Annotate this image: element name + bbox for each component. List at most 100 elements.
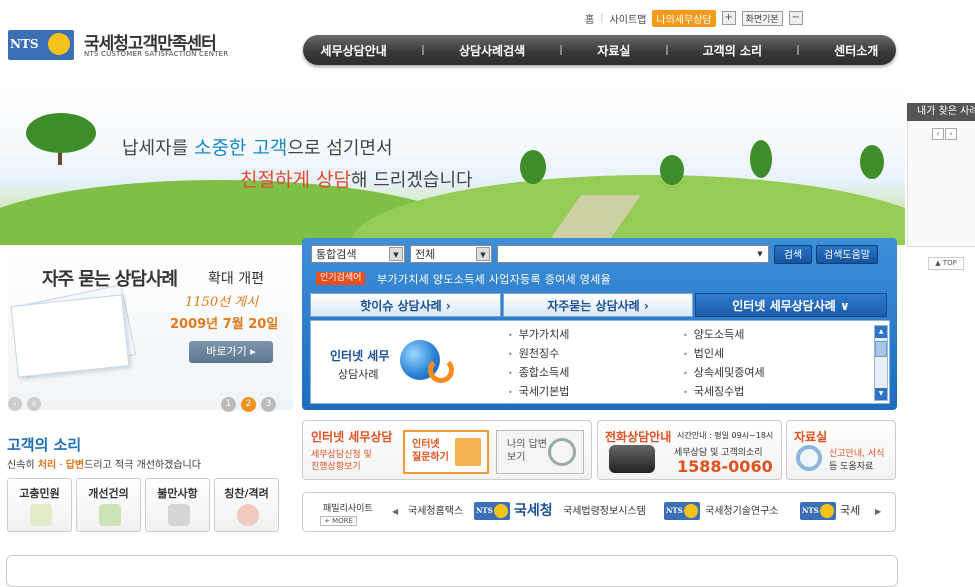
banner-prev-button[interactable]: ‹ [8, 397, 22, 411]
desc-highlight: 답변 [65, 460, 85, 471]
divider [665, 45, 668, 55]
category-link[interactable]: 법인세 [683, 345, 724, 361]
tab-faq-cases[interactable]: 자주묻는 상담사례 › [503, 293, 693, 317]
banner-page-3[interactable]: 3 [261, 397, 276, 412]
phone-consult-title[interactable]: 전화상담안내 [605, 428, 671, 445]
sitemap-link[interactable]: 사이트맵 [610, 11, 647, 26]
recent-prev-button[interactable]: ‹ [932, 128, 944, 140]
category-link[interactable]: 종합소득세 [508, 364, 570, 380]
telephone-icon [609, 445, 655, 473]
customer-voice-desc: 신속히 처리 · 답변드리고 적극 개선하겠습니다 [7, 456, 201, 471]
customer-voice-title[interactable]: 고객의 소리 [7, 434, 81, 455]
scrollbar-thumb[interactable] [875, 341, 887, 357]
tab-hot-issue-cases[interactable]: 핫이슈 상담사례 › [310, 293, 501, 317]
nts-logo: NTS [664, 502, 700, 520]
zoom-out-button[interactable]: − [788, 11, 803, 25]
nav-item-tax-consult-guide[interactable]: 세무상담안내 [321, 42, 387, 59]
search-scope-select[interactable]: 통합검색 ▼ [311, 245, 405, 263]
promo-handwritten: 1150선 게시 [185, 295, 259, 310]
promo-title: 자주 묻는 상담사례 [42, 269, 178, 290]
banner-page-1[interactable]: 1 [221, 397, 236, 412]
zoom-default-button[interactable]: 화면기본 [741, 10, 783, 26]
tree-icon [860, 145, 884, 179]
divider [560, 45, 563, 55]
library-title[interactable]: 자료실 [794, 428, 827, 445]
category-link[interactable]: 원천징수 [508, 345, 559, 361]
pencil-icon [455, 438, 481, 466]
nav-item-library[interactable]: 자료실 [597, 42, 630, 59]
internet-consult-title[interactable]: 인터넷 세무상담 [311, 428, 392, 445]
recent-next-button[interactable]: › [945, 128, 957, 140]
ie-logo-icon [428, 357, 454, 383]
family-site-hometax[interactable]: 국세청홈택스 [408, 502, 463, 517]
category-link[interactable]: 국세기본법 [508, 383, 570, 399]
family-site-tech-institute[interactable]: 국세청기술연구소 [705, 502, 779, 517]
zoom-in-button[interactable]: + [721, 11, 736, 25]
hero-highlight: 친절하게 상담 [240, 169, 351, 191]
magnifier-icon [548, 438, 576, 466]
category-link[interactable]: 국세징수법 [683, 383, 745, 399]
banner-pause-button[interactable]: II [27, 397, 41, 411]
category-link[interactable]: 상속세및증여세 [683, 364, 765, 380]
nav-item-case-search[interactable]: 상담사례검색 [459, 42, 525, 59]
nts-logo: NTS [800, 502, 836, 520]
scroll-top-button[interactable]: ▲ TOP [928, 257, 964, 270]
tree-icon [26, 113, 96, 153]
nts-logo: NTS [474, 502, 510, 520]
tab-internet-cases[interactable]: 인터넷 세무상담사례 ∨ [695, 293, 887, 317]
voice-item-dissatisfaction[interactable]: 불만사항 [145, 478, 210, 532]
promo-go-button[interactable]: 바로가기 ▸ [189, 341, 273, 363]
document-icon [30, 504, 52, 526]
family-prev-button[interactable]: ◀ [392, 507, 398, 516]
desc-text: 드리고 적극 개선하겠습니다 [84, 460, 201, 471]
voice-item-praise[interactable]: 칭찬/격려 [214, 478, 279, 532]
voice-item-label: 고충민원 [19, 487, 60, 500]
family-site-nts[interactable]: 국세청 [514, 500, 553, 520]
divider: | [600, 12, 604, 24]
family-site-law-info[interactable]: 국세법령정보시스템 [563, 502, 646, 517]
family-more-button[interactable]: + MORE [320, 516, 357, 526]
chevron-down-icon: ▼ [476, 247, 490, 261]
search-category-value: 전체 [415, 248, 436, 261]
scroll-down-icon[interactable]: ▼ [875, 388, 887, 400]
internet-consult-line2: 진행상황보기 [311, 462, 361, 472]
magnifier-icon [796, 445, 822, 471]
my-answers-label: 나의 답변보기 [507, 439, 547, 463]
hero-text: 해 드리겠습니다 [350, 170, 473, 191]
main-nav: 세무상담안내 상담사례검색 자료실 고객의 소리 센터소개 [303, 35, 896, 65]
category-link[interactable]: 부가가치세 [508, 326, 570, 342]
popular-keywords-label: 인기검색어 [316, 272, 366, 285]
nav-item-customer-voice[interactable]: 고객의 소리 [703, 42, 762, 59]
family-site-nts-partial[interactable]: 국세 [840, 502, 860, 518]
case-category-panel [310, 320, 890, 404]
search-scope-value: 통합검색 [316, 248, 357, 261]
desc-text: · [56, 460, 66, 471]
logo-mark: NTS [10, 37, 39, 51]
scroll-up-icon[interactable]: ▲ [875, 326, 887, 338]
voice-item-complaint[interactable]: 고충민원 [7, 478, 72, 532]
promo-date: 2009년 7월 20일 [170, 317, 279, 332]
tree-icon [750, 140, 772, 178]
family-next-button[interactable]: ▶ [875, 507, 881, 516]
hero-line-1: 납세자를 소중한 고객으로 섬기면서 [122, 133, 393, 160]
category-link[interactable]: 양도소득세 [683, 326, 745, 342]
chevron-down-icon: ▼ [753, 247, 767, 261]
search-category-select[interactable]: 전체 ▼ [410, 245, 492, 263]
banner-page-2[interactable]: 2 [241, 397, 256, 412]
voice-item-suggestion[interactable]: 개선건의 [76, 478, 141, 532]
my-tax-consult-link[interactable]: 나의세무상담 [652, 9, 716, 27]
search-input[interactable]: ▼ [497, 245, 769, 263]
divider [797, 45, 800, 55]
chevron-down-icon: ▼ [389, 247, 403, 261]
magnifier-icon [168, 504, 190, 526]
bottom-panel [6, 555, 898, 587]
nav-item-center-intro[interactable]: 센터소개 [834, 42, 878, 59]
popular-keywords[interactable]: 부가가치세 양도소득세 사업자등록 증여세 영세율 [377, 271, 611, 287]
search-button[interactable]: 검색 [774, 245, 812, 264]
search-help-button[interactable]: 검색도움말 [816, 245, 878, 264]
ask-online-label: 인터넷 질문하기 [412, 439, 449, 463]
home-link[interactable]: 홈 [585, 11, 594, 26]
hero-text: 납세자를 [122, 138, 194, 159]
panel-title: 인터넷 세무 [330, 349, 390, 363]
gift-icon [237, 504, 259, 526]
